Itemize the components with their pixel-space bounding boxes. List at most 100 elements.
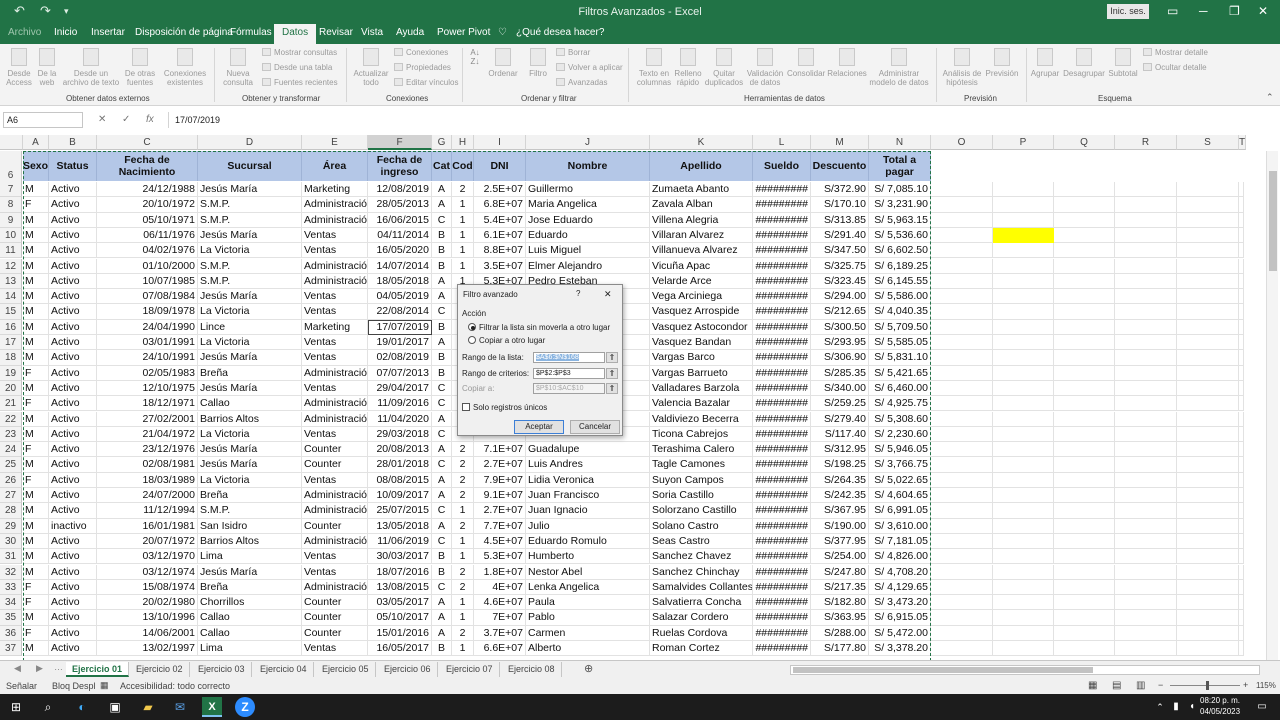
cell[interactable] <box>1115 182 1177 198</box>
cell[interactable] <box>1054 579 1115 596</box>
cell[interactable]: S/323.45 <box>811 273 869 290</box>
tell-me-search[interactable]: ¿Qué desea hacer? <box>516 27 604 38</box>
cell[interactable]: Activo <box>49 319 97 335</box>
cell[interactable] <box>1177 442 1239 458</box>
forecast-button[interactable]: Previsión <box>984 48 1020 78</box>
cell[interactable] <box>1177 426 1239 443</box>
cell[interactable]: 21/04/1972 <box>97 426 198 443</box>
accessibility-status[interactable]: Accesibilidad: todo correcto <box>120 681 230 691</box>
sheet-tab-2[interactable]: Ejercicio 02 <box>130 662 190 677</box>
cell[interactable]: 18/03/1989 <box>97 472 198 488</box>
row-header[interactable]: 23 <box>0 426 22 443</box>
cell[interactable] <box>931 182 993 198</box>
cell[interactable]: Salazar Cordero <box>650 610 753 626</box>
cell[interactable] <box>931 380 993 397</box>
cell[interactable]: 01/10/2000 <box>97 258 198 274</box>
cell[interactable] <box>993 641 1054 657</box>
row-header[interactable]: 18 <box>0 350 22 366</box>
horizontal-scroll-thumb[interactable] <box>793 667 1093 673</box>
cell[interactable]: 2 <box>452 518 474 534</box>
mail-icon[interactable]: ✉ <box>170 697 190 717</box>
copy-elsewhere-radio[interactable] <box>468 336 476 344</box>
cell[interactable]: B <box>432 641 452 657</box>
cell[interactable]: S/254.00 <box>811 549 869 565</box>
cell[interactable]: Elmer Alejandro <box>526 258 650 274</box>
cell[interactable]: Valdiviezo Becerra <box>650 411 753 427</box>
tab-disposicion[interactable]: Disposición de página <box>135 27 233 38</box>
cell[interactable]: ######### <box>753 350 811 366</box>
cell[interactable]: 23/12/1976 <box>97 442 198 458</box>
cell[interactable] <box>1115 488 1177 504</box>
cell[interactable]: ######### <box>753 243 811 259</box>
cell[interactable]: Luis Andres <box>526 457 650 473</box>
cell[interactable] <box>993 488 1054 504</box>
relationships-button[interactable]: Relaciones <box>827 48 867 78</box>
cell[interactable]: 16/01/1981 <box>97 518 198 534</box>
cell[interactable]: S.M.P. <box>198 258 302 274</box>
volume-icon[interactable]: ◖ <box>1182 697 1202 717</box>
cell[interactable]: Barrios Altos <box>198 533 302 550</box>
cell[interactable] <box>1177 610 1239 626</box>
cell[interactable]: S/ 4,129.65 <box>869 579 931 596</box>
cell[interactable] <box>1054 457 1115 473</box>
cell[interactable] <box>993 396 1054 412</box>
cell[interactable]: Administración <box>302 273 368 290</box>
cell[interactable] <box>993 442 1054 458</box>
other-sources-button[interactable]: De otras fuentes <box>122 48 158 87</box>
cell[interactable]: 02/08/2019 <box>368 350 432 366</box>
cell[interactable] <box>1054 426 1115 443</box>
cell[interactable]: Activo <box>49 472 97 488</box>
cell[interactable] <box>993 273 1054 290</box>
cell[interactable]: 03/12/1974 <box>97 564 198 580</box>
cell[interactable]: Humberto <box>526 549 650 565</box>
sheet-tab-7[interactable]: Ejercicio 07 <box>440 662 500 677</box>
cell[interactable]: S/ 5,421.65 <box>869 365 931 381</box>
clock-time[interactable]: 08:20 p. m. <box>1200 696 1240 705</box>
row-header[interactable]: 24 <box>0 442 22 458</box>
cell[interactable]: S/ 5,585.05 <box>869 335 931 351</box>
cell[interactable]: Guillermo <box>526 182 650 198</box>
cell[interactable]: S/ 4,708.20 <box>869 564 931 580</box>
criteria-range-input[interactable]: $P$2:$P$3 <box>533 368 605 379</box>
data-model-button[interactable]: Administrar modelo de datos <box>868 48 930 87</box>
cell[interactable] <box>1054 365 1115 381</box>
row-header[interactable]: 28 <box>0 503 22 519</box>
cell[interactable] <box>1115 411 1177 427</box>
cell[interactable]: 1 <box>452 258 474 274</box>
cell[interactable]: ######### <box>753 289 811 305</box>
cell[interactable]: S/ 5,586.00 <box>869 289 931 305</box>
cell[interactable]: La Victoria <box>198 472 302 488</box>
cell[interactable] <box>931 289 993 305</box>
cell[interactable]: S/ 6,189.25 <box>869 258 931 274</box>
cell[interactable]: F <box>23 625 49 641</box>
cell[interactable]: Vasquez Bandan <box>650 335 753 351</box>
row-header[interactable]: 37 <box>0 641 22 657</box>
cell[interactable] <box>1239 273 1244 290</box>
cell[interactable]: C <box>432 212 452 228</box>
show-queries-button[interactable]: Mostrar consultas <box>262 48 337 57</box>
cell[interactable]: 13/08/2015 <box>368 579 432 596</box>
cell[interactable]: ######### <box>753 365 811 381</box>
cell[interactable]: 11/12/1994 <box>97 503 198 519</box>
cell[interactable]: 6.1E+07 <box>474 227 526 244</box>
cell[interactable]: 12/08/2019 <box>368 182 432 198</box>
cell[interactable] <box>1239 503 1244 519</box>
cell[interactable]: 04/05/2019 <box>368 289 432 305</box>
cell[interactable]: Ventas <box>302 335 368 351</box>
cell[interactable]: Administración <box>302 197 368 213</box>
cell[interactable]: 13/10/1996 <box>97 610 198 626</box>
cell[interactable] <box>1115 258 1177 274</box>
cell[interactable]: Breña <box>198 488 302 504</box>
cell[interactable]: 2 <box>452 625 474 641</box>
cell[interactable] <box>1177 595 1239 611</box>
macro-icon[interactable]: ▦ <box>100 680 109 691</box>
cell[interactable] <box>931 488 993 504</box>
excel-taskbar-icon[interactable]: X <box>202 697 222 717</box>
tab-vista[interactable]: Vista <box>361 27 383 38</box>
column-header-n[interactable]: N <box>869 135 931 150</box>
clear-filter-button[interactable]: Borrar <box>556 48 590 57</box>
column-header-o[interactable]: O <box>931 135 993 150</box>
cell[interactable] <box>1177 411 1239 427</box>
cell[interactable]: 28/05/2013 <box>368 197 432 213</box>
cell[interactable]: Ventas <box>302 304 368 320</box>
